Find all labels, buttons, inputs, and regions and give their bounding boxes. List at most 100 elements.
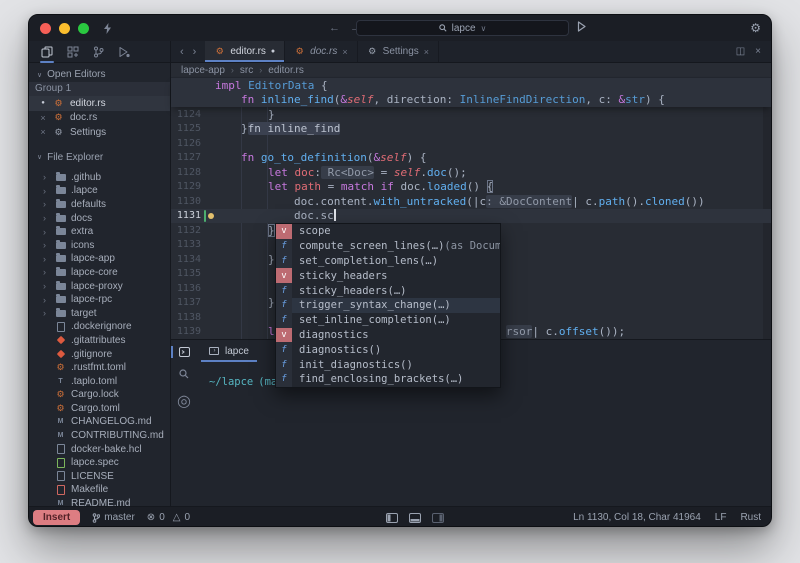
- completion-item-set_completion_lens(…)[interactable]: fset_completion_lens(…): [276, 254, 500, 269]
- completion-item-diagnostics()[interactable]: fdiagnostics(): [276, 342, 500, 357]
- settings-gear-icon[interactable]: ⚙: [750, 21, 761, 35]
- plugins-panel-icon[interactable]: [67, 41, 79, 63]
- tree-item-lapce-rpc[interactable]: ›lapce-rpc: [29, 293, 170, 307]
- tree-item-extra[interactable]: ›extra: [29, 225, 170, 239]
- search-panel-icon[interactable]: [171, 369, 197, 379]
- editor-tab-editor.rs[interactable]: ⚙editor.rs●: [205, 41, 285, 62]
- open-editor-item-doc.rs[interactable]: ×⚙doc.rs: [29, 111, 170, 126]
- line-number: 1130: [171, 196, 201, 207]
- close-editor-icon[interactable]: ×: [755, 46, 761, 57]
- git-branch-indicator[interactable]: master: [92, 512, 135, 523]
- tree-item-.dockerignore[interactable]: .dockerignore: [29, 320, 170, 334]
- eol-indicator[interactable]: LF: [715, 512, 727, 523]
- maximize-window-button[interactable]: [78, 23, 89, 34]
- tree-item-.lapce[interactable]: ›.lapce: [29, 184, 170, 198]
- tree-item-target[interactable]: ›target: [29, 306, 170, 320]
- remote-connection-icon[interactable]: [103, 23, 112, 34]
- breadcrumb-item[interactable]: src: [240, 65, 253, 76]
- source-control-panel-icon[interactable]: [93, 41, 104, 63]
- tree-item-docs[interactable]: ›docs: [29, 211, 170, 225]
- sticky-code-line[interactable]: impl EditorData {: [171, 78, 771, 93]
- toggle-bottom-panel-icon[interactable]: [409, 513, 421, 523]
- terminal-tab[interactable]: › lapce: [197, 340, 261, 362]
- open-editor-item-editor.rs[interactable]: ●⚙editor.rs: [29, 96, 170, 111]
- code-line-1127[interactable]: 1127fn go_to_definition(&self) {: [171, 151, 771, 166]
- language-indicator[interactable]: Rust: [740, 512, 761, 523]
- code-line-1131[interactable]: 1131doc.sc: [171, 209, 771, 224]
- completion-item-diagnostics[interactable]: vdiagnostics: [276, 328, 500, 343]
- tree-item-Cargo.toml[interactable]: ⚙Cargo.toml: [29, 402, 170, 416]
- search-icon: [439, 24, 447, 32]
- tree-item-CHANGELOG.md[interactable]: MCHANGELOG.md: [29, 415, 170, 429]
- explorer-panel-icon[interactable]: [41, 41, 53, 63]
- completion-item-find_enclosing_brackets(…)[interactable]: ffind_enclosing_brackets(…): [276, 372, 500, 387]
- back-button[interactable]: ←: [329, 22, 340, 34]
- chevron-right-icon: ›: [43, 199, 50, 209]
- tree-item-README.md[interactable]: MREADME.md: [29, 497, 170, 506]
- close-tab-icon[interactable]: ×: [424, 47, 429, 57]
- breadcrumb-item[interactable]: lapce-app: [181, 65, 225, 76]
- tree-item-lapce-app[interactable]: ›lapce-app: [29, 252, 170, 266]
- chevron-right-icon: ›: [43, 308, 50, 318]
- code-line-1129[interactable]: 1129let path = match if doc.loaded() {: [171, 180, 771, 195]
- close-icon[interactable]: ×: [39, 113, 47, 123]
- tree-item-CONTRIBUTING.md[interactable]: MCONTRIBUTING.md: [29, 429, 170, 443]
- error-count: 0: [159, 512, 165, 523]
- tree-item-lapce-core[interactable]: ›lapce-core: [29, 266, 170, 280]
- terminal-panel-icon[interactable]: [171, 347, 197, 357]
- toggle-left-panel-icon[interactable]: [386, 513, 398, 523]
- completion-item-compute_screen_lines(…)[interactable]: fcompute_screen_lines(…) (as Document): [276, 239, 500, 254]
- tree-item-defaults[interactable]: ›defaults: [29, 198, 170, 212]
- minimize-window-button[interactable]: [59, 23, 70, 34]
- open-editor-item-Settings[interactable]: ×⚙Settings: [29, 125, 170, 140]
- tree-item-.gitattributes[interactable]: .gitattributes: [29, 334, 170, 348]
- tree-item-lapce-proxy[interactable]: ›lapce-proxy: [29, 279, 170, 293]
- tree-item-LICENSE[interactable]: LICENSE: [29, 470, 170, 484]
- completion-item-init_diagnostics()[interactable]: finit_diagnostics(): [276, 357, 500, 372]
- split-editor-icon[interactable]: ◫: [736, 46, 745, 57]
- close-window-button[interactable]: [40, 23, 51, 34]
- editor-tab-doc.rs[interactable]: ⚙doc.rs×: [285, 41, 358, 62]
- code-line-1126[interactable]: 1126: [171, 136, 771, 151]
- tree-item-.taplo.toml[interactable]: T.taplo.toml: [29, 374, 170, 388]
- problems-indicator[interactable]: ⊗ 0 △ 0: [147, 512, 190, 523]
- breadcrumb-item[interactable]: editor.rs: [268, 65, 304, 76]
- editor-tab-Settings[interactable]: ⚙Settings×: [358, 41, 439, 62]
- tree-item-icons[interactable]: ›icons: [29, 238, 170, 252]
- lightbulb-icon[interactable]: [208, 213, 214, 219]
- tab-forward-button[interactable]: ›: [193, 46, 197, 58]
- tree-item-Makefile[interactable]: Makefile: [29, 483, 170, 497]
- mode-badge[interactable]: Insert: [33, 510, 80, 525]
- sticky-code-line[interactable]: fn inline_find(&self, direction: InlineF…: [171, 93, 771, 108]
- completion-item-scope[interactable]: vscope: [276, 224, 500, 239]
- completion-item-trigger_syntax_change(…)[interactable]: ftrigger_syntax_change(…): [276, 298, 500, 313]
- close-icon[interactable]: ×: [39, 127, 47, 137]
- code-line-1125[interactable]: 1125}fn inline_find: [171, 122, 771, 137]
- file-explorer-header[interactable]: ∨ File Explorer: [29, 150, 170, 165]
- tree-item-.github[interactable]: ›.github: [29, 171, 170, 185]
- code-line-1124[interactable]: 1124}: [171, 107, 771, 122]
- debug-panel-icon[interactable]: [118, 41, 130, 63]
- tree-item-docker-bake.hcl[interactable]: docker-bake.hcl: [29, 442, 170, 456]
- run-button[interactable]: [577, 21, 586, 32]
- code-line-1128[interactable]: 1128let doc: Rc<Doc> = self.doc();: [171, 165, 771, 180]
- tree-item-lapce.spec[interactable]: lapce.spec: [29, 456, 170, 470]
- completion-item-set_inline_completion(…)[interactable]: fset_inline_completion(…): [276, 313, 500, 328]
- close-tab-icon[interactable]: ×: [342, 47, 347, 57]
- command-palette-input[interactable]: lapce ∨: [356, 20, 569, 36]
- toggle-right-panel-icon[interactable]: [432, 513, 444, 523]
- tree-item-.gitignore[interactable]: .gitignore: [29, 347, 170, 361]
- tree-item-.rustfmt.toml[interactable]: ⚙.rustfmt.toml: [29, 361, 170, 375]
- tree-item-name: .rustfmt.toml: [71, 362, 126, 373]
- completion-item-sticky_headers(…)[interactable]: fsticky_headers(…): [276, 283, 500, 298]
- chevron-right-icon: ›: [43, 240, 50, 250]
- editor-group-label: Group 1: [29, 82, 170, 96]
- completion-item-sticky_headers[interactable]: vsticky_headers: [276, 268, 500, 283]
- open-editors-header[interactable]: ∨ Open Editors: [29, 67, 170, 82]
- chevron-right-icon: ›: [43, 227, 50, 237]
- tab-back-button[interactable]: ‹: [180, 46, 184, 58]
- problems-panel-icon[interactable]: ◎: [171, 391, 197, 411]
- code-line-1130[interactable]: 1130doc.content.with_untracked(|c: &DocC…: [171, 194, 771, 209]
- tree-item-Cargo.lock[interactable]: ⚙Cargo.lock: [29, 388, 170, 402]
- cursor-position[interactable]: Ln 1130, Col 18, Char 41964: [573, 512, 701, 523]
